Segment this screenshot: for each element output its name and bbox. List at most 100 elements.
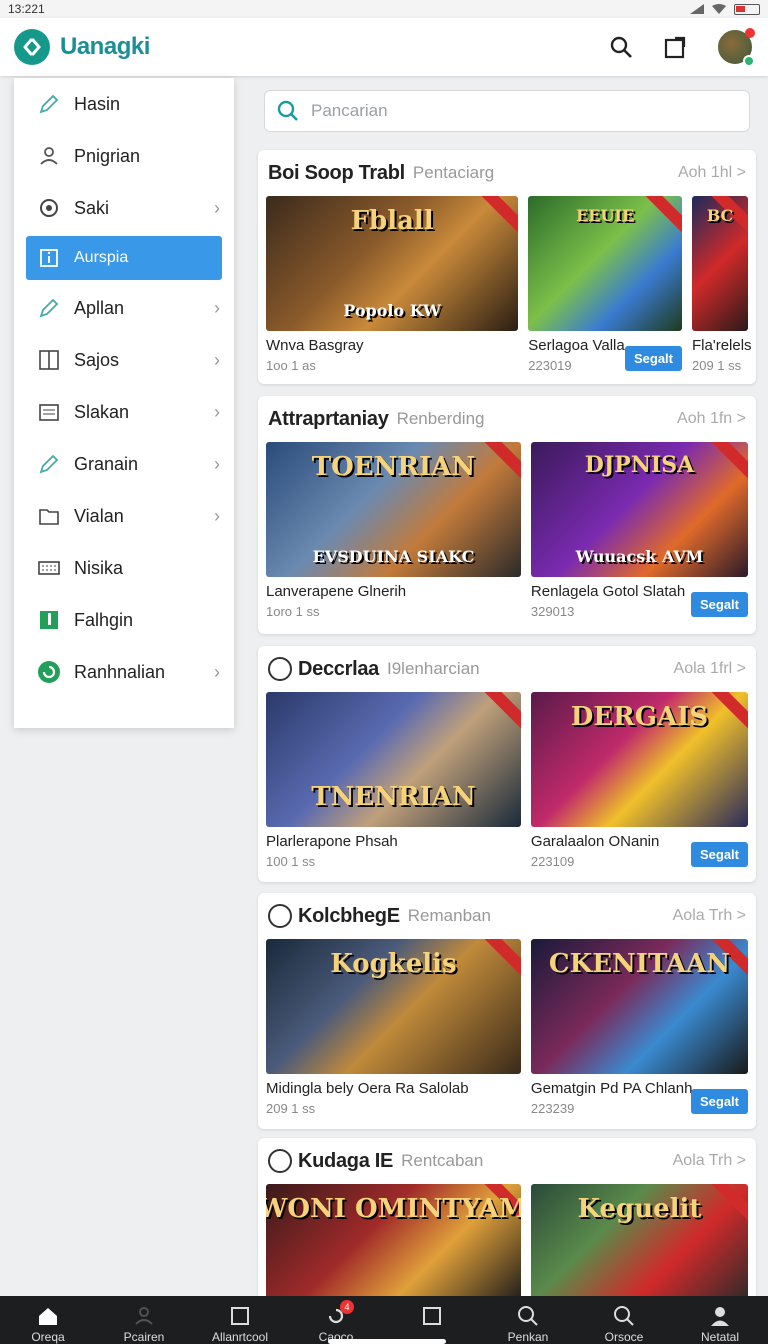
sidebar-item[interactable]: Granain › xyxy=(14,438,234,490)
see-more-link[interactable]: Aola Trh > xyxy=(673,907,746,925)
game-thumbnail[interactable]: CKENITAAN xyxy=(530,939,748,1074)
section-subtitle: Rentcaban xyxy=(401,1151,484,1170)
nav-item[interactable]: Oreqa xyxy=(8,1304,88,1344)
game-card[interactable]: Kogkelis Midingla bely Oera Ra Salolab 209… xyxy=(266,939,521,1116)
nav-item[interactable]: Pcairen xyxy=(104,1304,184,1344)
sidebar-item[interactable]: Apllan › xyxy=(14,282,234,334)
sidebar-item-label: Aurspia xyxy=(74,249,129,266)
game-card[interactable]: Keguelit xyxy=(530,1184,748,1304)
ribbon-badge xyxy=(640,196,682,234)
game-card[interactable]: TOENRIAN EVSDUINA SIAKC Lanverapene Glneri… xyxy=(266,442,521,619)
game-thumbnail[interactable]: TNENRIAN xyxy=(266,692,521,827)
game-card[interactable]: EEUIE Serlagoa Valla 223019 Segalt xyxy=(528,196,682,373)
section-subtitle: Renberding xyxy=(396,409,485,428)
game-logo-text: EEUIE xyxy=(576,206,635,225)
see-more-link[interactable]: Aoh 1fn > xyxy=(677,410,746,428)
game-card[interactable]: CKENITAAN Gematgin Pd PA Chlanh 223239 Sega… xyxy=(530,939,748,1116)
ribbon-badge xyxy=(476,196,519,234)
sidebar-item-label: Vialan xyxy=(74,505,124,526)
sidebar-item[interactable]: Falhgin xyxy=(14,594,234,646)
game-logo-text: BC xyxy=(706,206,734,225)
sidebar-item[interactable]: Nisika xyxy=(14,542,234,594)
game-logo-text: DERGAIS xyxy=(570,702,709,732)
sidebar-item-label: Falhgin xyxy=(74,609,134,630)
sidebar-item[interactable]: Slakan › xyxy=(14,386,234,438)
game-thumbnail[interactable]: DJPNISA Wuuacsk AVM xyxy=(530,442,748,577)
notification-dot-icon xyxy=(745,28,755,38)
game-sublogo-text: Wuuacsk AVM xyxy=(575,547,704,566)
nav-item[interactable]: Allanrtcool xyxy=(200,1304,280,1344)
sidebar-item[interactable]: Aurspia xyxy=(26,236,222,280)
avatar[interactable] xyxy=(716,28,755,67)
keyboard-icon xyxy=(36,555,62,581)
user-icon xyxy=(36,143,62,169)
game-thumbnail[interactable]: Kogkelis xyxy=(266,939,521,1074)
search-icon xyxy=(612,1304,636,1328)
nav-item[interactable] xyxy=(392,1304,472,1330)
app-logo-icon[interactable] xyxy=(14,29,50,65)
nav-label: Allanrtcool xyxy=(211,1330,269,1344)
see-more-link[interactable]: Aola Trh > xyxy=(673,1152,746,1170)
card-row: Kogkelis Midingla bely Oera Ra Salolab 209… xyxy=(258,939,756,1116)
game-card[interactable]: TNENRIAN Plarlerapone Phsah 100 1 ss xyxy=(266,692,521,869)
section-title: Kudaga IE xyxy=(298,1149,394,1172)
see-more-link[interactable]: Aola 1frl > xyxy=(674,660,746,678)
badge-icon xyxy=(268,1149,292,1173)
get-button[interactable]: Segalt xyxy=(690,842,748,867)
card-row: TOENRIAN EVSDUINA SIAKC Lanverapene Glneri… xyxy=(258,442,756,619)
section-subtitle: I9lenharcian xyxy=(387,659,480,678)
sidebar-item[interactable]: Ranhnalian › xyxy=(14,646,234,698)
search-icon[interactable] xyxy=(608,34,634,60)
sidebar-item[interactable]: Hasin xyxy=(14,78,234,130)
nav-item[interactable]: 4 Caoco xyxy=(296,1300,376,1344)
signal-icon xyxy=(690,4,704,14)
game-thumbnail[interactable]: Keguelit xyxy=(530,1184,748,1304)
search-bar[interactable] xyxy=(264,90,750,132)
search-input[interactable] xyxy=(311,101,711,121)
nav-item[interactable]: Netatal xyxy=(680,1304,760,1344)
game-card[interactable]: Fblall Popolo KW Wnva Basgray 1oo 1 as xyxy=(266,196,519,373)
get-button[interactable]: Segalt xyxy=(624,346,682,371)
sidebar-item[interactable]: Vialan › xyxy=(14,490,234,542)
game-card[interactable]: BC Fla'relels 209 1 ss xyxy=(692,196,752,373)
game-card[interactable]: DERGAIS Garalaalon ONanin 223109 Segalt xyxy=(530,692,748,869)
game-card[interactable]: DJPNISA Wuuacsk AVM Renlagela Gotol Slatah… xyxy=(530,442,748,619)
game-thumbnail[interactable]: Fblall Popolo KW xyxy=(266,196,519,331)
nav-item[interactable]: Penkan xyxy=(488,1304,568,1344)
gear-icon xyxy=(36,195,62,221)
card-row: Fblall Popolo KW Wnva Basgray 1oo 1 as EEUIE… xyxy=(258,196,756,373)
online-status-icon xyxy=(743,55,755,67)
share-icon[interactable] xyxy=(662,34,688,60)
game-card[interactable]: DWONI OMINTYAMN xyxy=(266,1184,521,1304)
sidebar-item[interactable]: Saki › xyxy=(14,182,234,234)
game-logo-text: DWONI OMINTYAMN xyxy=(266,1194,521,1224)
wifi-icon xyxy=(712,4,726,14)
get-button[interactable]: Segalt xyxy=(690,592,748,617)
get-button[interactable]: Segalt xyxy=(690,1089,748,1114)
game-meta: 209 1 ss xyxy=(266,1101,316,1116)
document-icon xyxy=(36,399,62,425)
game-sublogo-text: EVSDUINA SIAKC xyxy=(312,547,475,566)
status-time: 13:221 xyxy=(8,2,45,16)
game-thumbnail[interactable]: DERGAIS xyxy=(530,692,748,827)
section-title: Attraprtaniay xyxy=(268,407,389,430)
section-header: KolcbhegE Remanban Aola Trh > xyxy=(258,893,756,939)
chevron-right-icon: › xyxy=(214,197,220,218)
game-thumbnail[interactable]: BC xyxy=(692,196,748,331)
see-more-link[interactable]: Aoh 1hl > xyxy=(678,164,746,182)
nav-item[interactable]: Orsoce xyxy=(584,1304,664,1344)
game-thumbnail[interactable]: TOENRIAN EVSDUINA SIAKC xyxy=(266,442,521,577)
section-title: KolcbhegE xyxy=(298,904,400,927)
game-thumbnail[interactable]: EEUIE xyxy=(528,196,682,331)
pencil-icon xyxy=(36,295,62,321)
search-icon xyxy=(516,1304,540,1328)
game-logo-text: Fblall xyxy=(350,206,434,236)
sidebar-item[interactable]: Pnigrian xyxy=(14,130,234,182)
sidebar-item-label: Granain xyxy=(74,453,139,474)
game-thumbnail[interactable]: DWONI OMINTYAMN xyxy=(266,1184,521,1304)
section-title: Deccrlaa xyxy=(298,657,379,680)
ribbon-badge xyxy=(706,692,748,730)
home-indicator[interactable] xyxy=(328,1339,446,1344)
nav-badge: 4 xyxy=(340,1300,354,1314)
sidebar-item[interactable]: Sajos › xyxy=(14,334,234,386)
